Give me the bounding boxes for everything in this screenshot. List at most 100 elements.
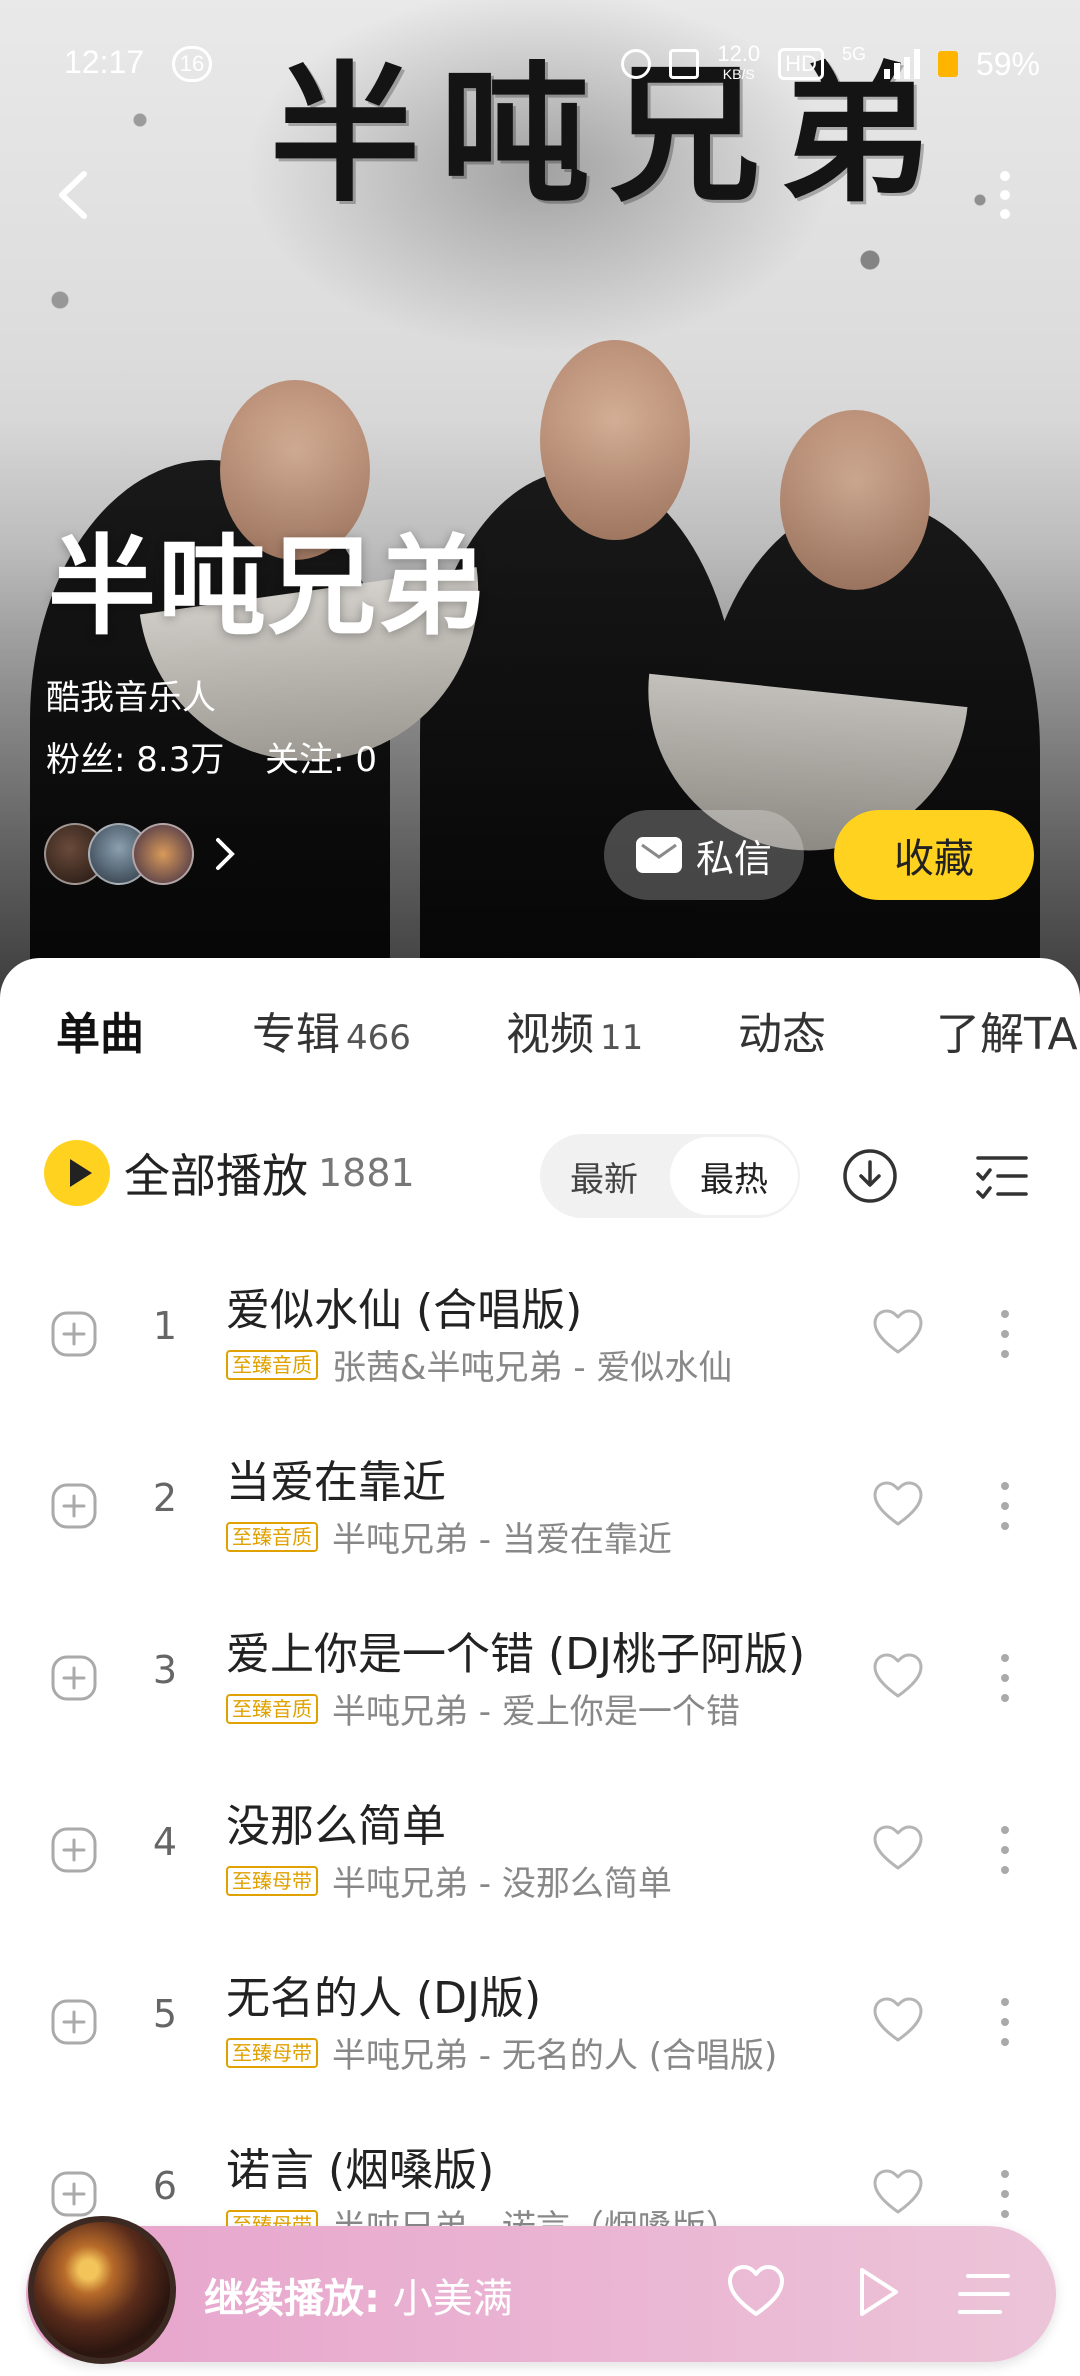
network-speed-value: 12.0	[717, 41, 761, 66]
song-row[interactable]: 2 当爱在靠近 至臻音质 半吨兄弟 - 当爱在靠近	[0, 1432, 1080, 1604]
play-all-label: 全部播放	[124, 1149, 308, 1203]
fan-avatar	[132, 823, 194, 885]
like-song-button[interactable]	[872, 1996, 924, 2044]
mini-player[interactable]: 继续播放: 小美满	[26, 2216, 1056, 2364]
player-play-button[interactable]	[846, 2262, 906, 2322]
heart-icon	[873, 1825, 923, 1870]
like-song-button[interactable]	[872, 1480, 924, 1528]
add-to-playlist-button[interactable]	[50, 1310, 98, 1358]
battery-level: 59%	[975, 45, 1040, 82]
tab-videos[interactable]: 视频 11	[506, 998, 643, 1062]
sort-latest-option[interactable]: 最新	[540, 1137, 668, 1215]
tab-label: 单曲	[56, 1009, 144, 1060]
song-title[interactable]: 没那么简单	[226, 1790, 446, 1854]
back-button[interactable]	[40, 160, 110, 230]
like-song-button[interactable]	[872, 2168, 924, 2216]
tab-moments[interactable]: 动态	[738, 998, 826, 1062]
quality-badge: 至臻音质	[226, 1349, 318, 1380]
song-index: 4	[152, 1820, 178, 1864]
song-more-button[interactable]	[990, 1992, 1020, 2052]
sort-toggle: 最新 最热	[540, 1134, 800, 1218]
song-subtitle: 张茜&半吨兄弟 - 爱似水仙	[332, 1348, 733, 1388]
song-index: 1	[152, 1304, 178, 1348]
song-meta: 至臻音质 半吨兄弟 - 当爱在靠近	[226, 1512, 672, 1561]
player-like-button[interactable]	[726, 2262, 786, 2322]
plus-square-icon	[51, 1483, 97, 1529]
heart-icon	[873, 1309, 923, 1354]
favorite-button[interactable]: 收藏	[834, 810, 1034, 900]
like-song-button[interactable]	[872, 1824, 924, 1872]
song-meta: 至臻母带 半吨兄弟 - 没那么简单	[226, 1856, 672, 1905]
more-options-button[interactable]	[970, 160, 1040, 230]
tab-bar: 单曲 专辑 466 视频 11 动态 了解TA	[0, 998, 1080, 1068]
tab-label: 了解TA	[936, 1009, 1078, 1060]
like-song-button[interactable]	[872, 1308, 924, 1356]
song-more-button[interactable]	[990, 1304, 1020, 1364]
tab-label: 动态	[738, 1009, 826, 1060]
plus-square-icon	[51, 1827, 97, 1873]
song-more-button[interactable]	[990, 1820, 1020, 1880]
song-more-button[interactable]	[990, 1648, 1020, 1708]
like-song-button[interactable]	[872, 1652, 924, 1700]
now-playing-text: 继续播放: 小美满	[204, 2266, 513, 2324]
now-playing-cover[interactable]	[28, 2216, 176, 2364]
song-more-button[interactable]	[990, 1476, 1020, 1536]
quality-badge: 至臻母带	[226, 2037, 318, 2068]
now-playing-track: 小美满	[392, 2276, 513, 2322]
multi-select-button[interactable]	[972, 1146, 1032, 1206]
song-index: 6	[152, 2164, 178, 2208]
add-to-playlist-button[interactable]	[50, 2170, 98, 2218]
fans-count[interactable]: 粉丝: 8.3万	[46, 740, 224, 780]
heart-icon	[873, 2169, 923, 2214]
song-toolbar: 全部播放 1881 最新 最热	[0, 1124, 1080, 1224]
add-to-playlist-button[interactable]	[50, 1482, 98, 1530]
quality-badge: 至臻音质	[226, 1521, 318, 1552]
more-vertical-icon	[1001, 1998, 1009, 2046]
tab-label: 视频	[506, 1009, 594, 1060]
song-row[interactable]: 4 没那么简单 至臻母带 半吨兄弟 - 没那么简单	[0, 1776, 1080, 1948]
song-list: 1 爱似水仙 (合唱版) 至臻音质 张茜&半吨兄弟 - 爱似水仙 2 当爱在靠近 至臻音质半…	[0, 1260, 1080, 2292]
fans-avatars[interactable]	[44, 823, 240, 885]
plus-square-icon	[51, 1999, 97, 2045]
hd-icon: HD	[778, 48, 824, 80]
tab-albums[interactable]: 专辑 466	[252, 998, 411, 1062]
add-to-playlist-button[interactable]	[50, 1826, 98, 1874]
sort-hottest-option[interactable]: 最热	[670, 1137, 798, 1215]
song-title[interactable]: 无名的人 (DJ版)	[226, 1962, 541, 2026]
tab-singles[interactable]: 单曲	[56, 998, 144, 1062]
song-index: 3	[152, 1648, 178, 1692]
download-icon	[843, 1149, 897, 1203]
song-title[interactable]: 爱上你是一个错 (DJ桃子阿版)	[226, 1618, 805, 1682]
network-speed-unit: KB/S	[722, 66, 755, 82]
chevron-left-icon	[59, 171, 87, 219]
song-title[interactable]: 爱似水仙 (合唱版)	[226, 1274, 582, 1338]
continue-label: 继续播放:	[204, 2276, 380, 2322]
play-all-button[interactable]: 全部播放 1881	[44, 1140, 415, 1206]
playlist-icon	[958, 2274, 1010, 2314]
song-row[interactable]: 5 无名的人 (DJ版) 至臻母带 半吨兄弟 - 无名的人 (合唱版)	[0, 1948, 1080, 2120]
add-to-playlist-button[interactable]	[50, 1654, 98, 1702]
artist-stats: 粉丝: 8.3万 关注: 0	[46, 732, 407, 781]
song-row[interactable]: 1 爱似水仙 (合唱版) 至臻音质 张茜&半吨兄弟 - 爱似水仙	[0, 1260, 1080, 1432]
song-title[interactable]: 当爱在靠近	[226, 1446, 446, 1510]
song-title[interactable]: 诺言 (烟嗓版)	[226, 2134, 494, 2198]
heart-icon	[728, 2265, 784, 2316]
heart-icon	[873, 1997, 923, 2042]
private-message-button[interactable]: 私信	[604, 810, 804, 900]
chevron-right-icon	[216, 838, 235, 870]
alarm-icon	[621, 49, 652, 79]
battery-icon	[937, 51, 958, 77]
download-button[interactable]	[840, 1146, 900, 1206]
heart-icon	[873, 1653, 923, 1698]
following-count[interactable]: 关注: 0	[265, 740, 377, 780]
tab-about[interactable]: 了解TA	[936, 998, 1078, 1062]
more-vertical-icon	[1001, 1310, 1009, 1358]
content-panel: 单曲 专辑466 视频11 动态 了解TA 全部播放 1881 最新 最热	[0, 958, 1080, 2376]
song-meta: 至臻音质 半吨兄弟 - 爱上你是一个错	[226, 1684, 740, 1733]
network-speed: 12.0 KB/S	[717, 41, 761, 84]
add-to-playlist-button[interactable]	[50, 1998, 98, 2046]
player-playlist-button[interactable]	[954, 2266, 1014, 2322]
song-row[interactable]: 3 爱上你是一个错 (DJ桃子阿版) 至臻音质 半吨兄弟 - 爱上你是一个错	[0, 1604, 1080, 1776]
play-icon	[44, 1140, 110, 1206]
song-more-button[interactable]	[990, 2164, 1020, 2224]
